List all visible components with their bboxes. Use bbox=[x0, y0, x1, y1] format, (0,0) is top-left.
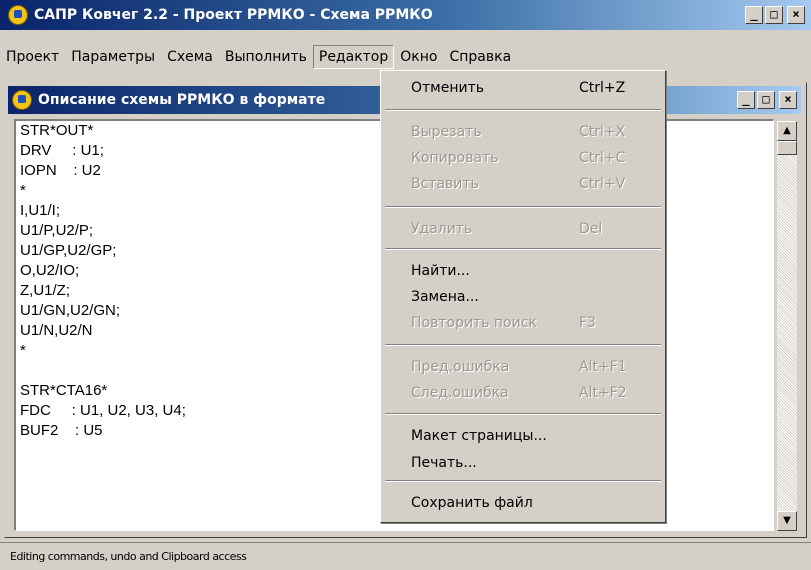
menu-item-paste[interactable]: Вставить Ctrl+V bbox=[381, 173, 665, 195]
menu-item-label: Вставить bbox=[411, 176, 479, 192]
menu-item-page-setup[interactable]: Макет страницы... bbox=[381, 425, 665, 447]
menu-separator bbox=[385, 413, 661, 415]
menu-item-shortcut: Ctrl+X bbox=[579, 124, 626, 140]
menu-item-shortcut: Ctrl+Z bbox=[579, 80, 626, 96]
menu-item-label: Удалить bbox=[411, 221, 473, 237]
menu-item-shortcut: Alt+F1 bbox=[579, 359, 627, 375]
menu-separator bbox=[385, 480, 661, 482]
menu-item-label: Повторить поиск bbox=[411, 315, 537, 331]
scroll-down-button[interactable]: ▼ bbox=[777, 511, 797, 531]
menu-item-label: Отменить bbox=[411, 80, 485, 96]
menu-item-shortcut: Del bbox=[579, 221, 603, 237]
menu-help[interactable]: Справка bbox=[443, 45, 517, 69]
main-title-bar: САПР Ковчег 2.2 - Проект РРМКО - Схема Р… bbox=[0, 0, 811, 30]
menu-parameters[interactable]: Параметры bbox=[65, 45, 161, 69]
menu-project[interactable]: Проект bbox=[0, 45, 65, 69]
menu-item-cut[interactable]: Вырезать Ctrl+X bbox=[381, 121, 665, 143]
child-window-title: Описание схемы РРМКО в формате bbox=[38, 92, 326, 108]
status-text: Editing commands, undo and Clipboard acc… bbox=[10, 550, 247, 563]
scroll-thumb[interactable] bbox=[777, 141, 797, 155]
menu-separator bbox=[385, 109, 661, 111]
close-button[interactable]: × bbox=[787, 6, 805, 24]
window-controls: _ □ × bbox=[745, 6, 805, 24]
menu-item-label: Вырезать bbox=[411, 124, 482, 140]
menu-item-undo[interactable]: Отменить Ctrl+Z bbox=[381, 77, 665, 99]
menu-item-label: След.ошибка bbox=[411, 385, 509, 401]
child-close-button[interactable]: × bbox=[779, 91, 797, 109]
minimize-button[interactable]: _ bbox=[745, 6, 763, 24]
menu-bar: Проект Параметры Схема Выполнить Редакто… bbox=[0, 44, 811, 70]
menu-item-find-again[interactable]: Повторить поиск F3 bbox=[381, 312, 665, 334]
child-window-controls: _ □ × bbox=[737, 91, 797, 109]
menu-item-label: Пред.ошибка bbox=[411, 359, 510, 375]
scroll-up-button[interactable]: ▲ bbox=[777, 121, 797, 141]
window-title: САПР Ковчег 2.2 - Проект РРМКО - Схема Р… bbox=[34, 7, 433, 23]
menu-run[interactable]: Выполнить bbox=[219, 45, 313, 69]
menu-item-replace[interactable]: Замена... bbox=[381, 286, 665, 308]
menu-item-label: Найти... bbox=[411, 263, 470, 279]
menu-item-next-error[interactable]: След.ошибка Alt+F2 bbox=[381, 382, 665, 404]
menu-item-shortcut: F3 bbox=[579, 315, 596, 331]
menu-editor[interactable]: Редактор bbox=[312, 45, 395, 69]
menu-item-copy[interactable]: Копировать Ctrl+C bbox=[381, 147, 665, 169]
child-maximize-button[interactable]: □ bbox=[757, 91, 775, 109]
app-logo-icon[interactable] bbox=[8, 5, 28, 25]
editor-dropdown-menu: Отменить Ctrl+Z Вырезать Ctrl+X Копирова… bbox=[380, 70, 666, 523]
menu-item-save-file[interactable]: Сохранить файл bbox=[381, 492, 665, 514]
menu-item-find[interactable]: Найти... bbox=[381, 260, 665, 282]
menu-window[interactable]: Окно bbox=[394, 45, 443, 69]
menu-item-label: Печать... bbox=[411, 455, 477, 471]
child-minimize-button[interactable]: _ bbox=[737, 91, 755, 109]
menu-item-label: Макет страницы... bbox=[411, 428, 547, 444]
menu-item-delete[interactable]: Удалить Del bbox=[381, 218, 665, 240]
menu-item-shortcut: Alt+F2 bbox=[579, 385, 627, 401]
menu-separator bbox=[385, 206, 661, 208]
menu-scheme[interactable]: Схема bbox=[161, 45, 219, 69]
menu-item-shortcut: Ctrl+C bbox=[579, 150, 626, 166]
menu-separator bbox=[385, 248, 661, 250]
menu-item-label: Копировать bbox=[411, 150, 499, 166]
menu-item-label: Сохранить файл bbox=[411, 495, 533, 511]
menu-item-prev-error[interactable]: Пред.ошибка Alt+F1 bbox=[381, 356, 665, 378]
child-window-icon[interactable] bbox=[12, 90, 32, 110]
maximize-button[interactable]: □ bbox=[765, 6, 783, 24]
menu-item-label: Замена... bbox=[411, 289, 479, 305]
menu-separator bbox=[385, 344, 661, 346]
vertical-scrollbar[interactable]: ▲ ▼ bbox=[777, 121, 797, 531]
status-bar: Editing commands, undo and Clipboard acc… bbox=[0, 542, 811, 570]
menu-item-shortcut: Ctrl+V bbox=[579, 176, 626, 192]
menu-item-print[interactable]: Печать... bbox=[381, 452, 665, 474]
